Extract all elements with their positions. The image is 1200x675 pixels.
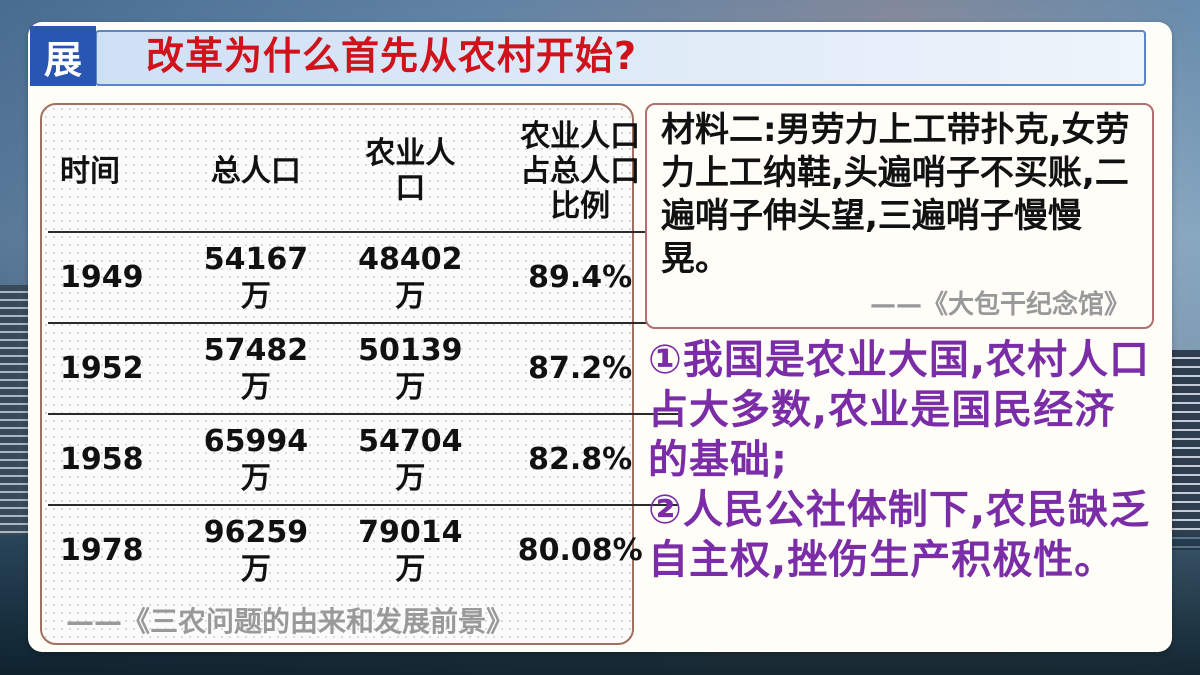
material-two-text: 材料二:男劳力上工带扑克,女劳力上工纳鞋,头遍哨子不买账,二遍哨子伸头望,三遍哨… (661, 110, 1130, 279)
population-table: 时间 总人口 农业人口 农业人口占总人口比例 1949 54167万 48402… (48, 111, 678, 595)
section-badge: 展 (30, 26, 96, 86)
cell-year: 1978 (48, 504, 174, 595)
cell-year: 1952 (48, 322, 174, 414)
table-row: 1952 57482万 50139万 87.2% (48, 322, 678, 414)
slide-title: 改革为什么首先从农村开始? (146, 34, 638, 78)
table-header-row: 时间 总人口 农业人口 农业人口占总人口比例 (48, 111, 678, 232)
cell-agri: 54704万 (338, 413, 483, 505)
column-header-time: 时间 (60, 153, 120, 189)
cell-total-text: 65994万 (203, 423, 309, 496)
population-table-panel: 时间 总人口 农业人口 农业人口占总人口比例 1949 54167万 48402… (40, 103, 678, 645)
cell-total: 96259万 (173, 504, 339, 595)
material-two-source: ——《大包干纪念馆》 (869, 290, 1130, 320)
material-two-panel: 材料二:男劳力上工带扑克,女劳力上工纳鞋,头遍哨子不买账,二遍哨子伸头望,三遍哨… (645, 103, 1154, 329)
cell-agri: 48402万 (338, 231, 483, 323)
table-row: 1949 54167万 48402万 89.4% (48, 231, 678, 323)
cell-agri: 50139万 (338, 322, 483, 414)
cell-year: 1949 (48, 231, 174, 323)
cell-total: 65994万 (173, 413, 339, 505)
cell-total: 54167万 (173, 231, 339, 323)
answer-point-2: ②人民公社体制下,农民缺乏自主权,挫伤生产积极性。 (648, 487, 1151, 583)
background-building-right (1170, 350, 1200, 550)
table-row: 1958 65994万 54704万 82.8% (48, 413, 678, 505)
cell-total-text: 54167万 (203, 241, 309, 314)
cell-agri: 79014万 (338, 504, 483, 595)
column-header-ratio-text: 农业人口占总人口比例 (520, 118, 641, 224)
cell-total: 57482万 (173, 322, 339, 414)
cell-total-text: 57482万 (203, 332, 309, 405)
title-bar: 展 改革为什么首先从农村开始? (30, 26, 1146, 86)
cell-year: 1958 (48, 413, 174, 505)
cell-agri-text: 50139万 (358, 332, 463, 405)
answer-block: ①我国是农业大国,农村人口占大多数,农业是国民经济的基础; ②人民公社体制下,农… (648, 335, 1152, 585)
cell-agri-text: 54704万 (358, 423, 463, 496)
cell-total-text: 96259万 (203, 514, 309, 587)
column-header-agri: 农业人口 (338, 111, 482, 232)
column-header-agri-text: 农业人口 (365, 136, 456, 206)
table-source: ——《三农问题的由来和发展前景》 (66, 605, 515, 638)
answer-point-1: ①我国是农业大国,农村人口占大多数,农业是国民经济的基础; (648, 337, 1151, 483)
cell-agri-text: 48402万 (358, 241, 463, 314)
table-row: 1978 96259万 79014万 80.08% (48, 504, 678, 595)
column-header-total: 总人口 (210, 153, 301, 189)
cell-agri-text: 79014万 (358, 514, 463, 587)
